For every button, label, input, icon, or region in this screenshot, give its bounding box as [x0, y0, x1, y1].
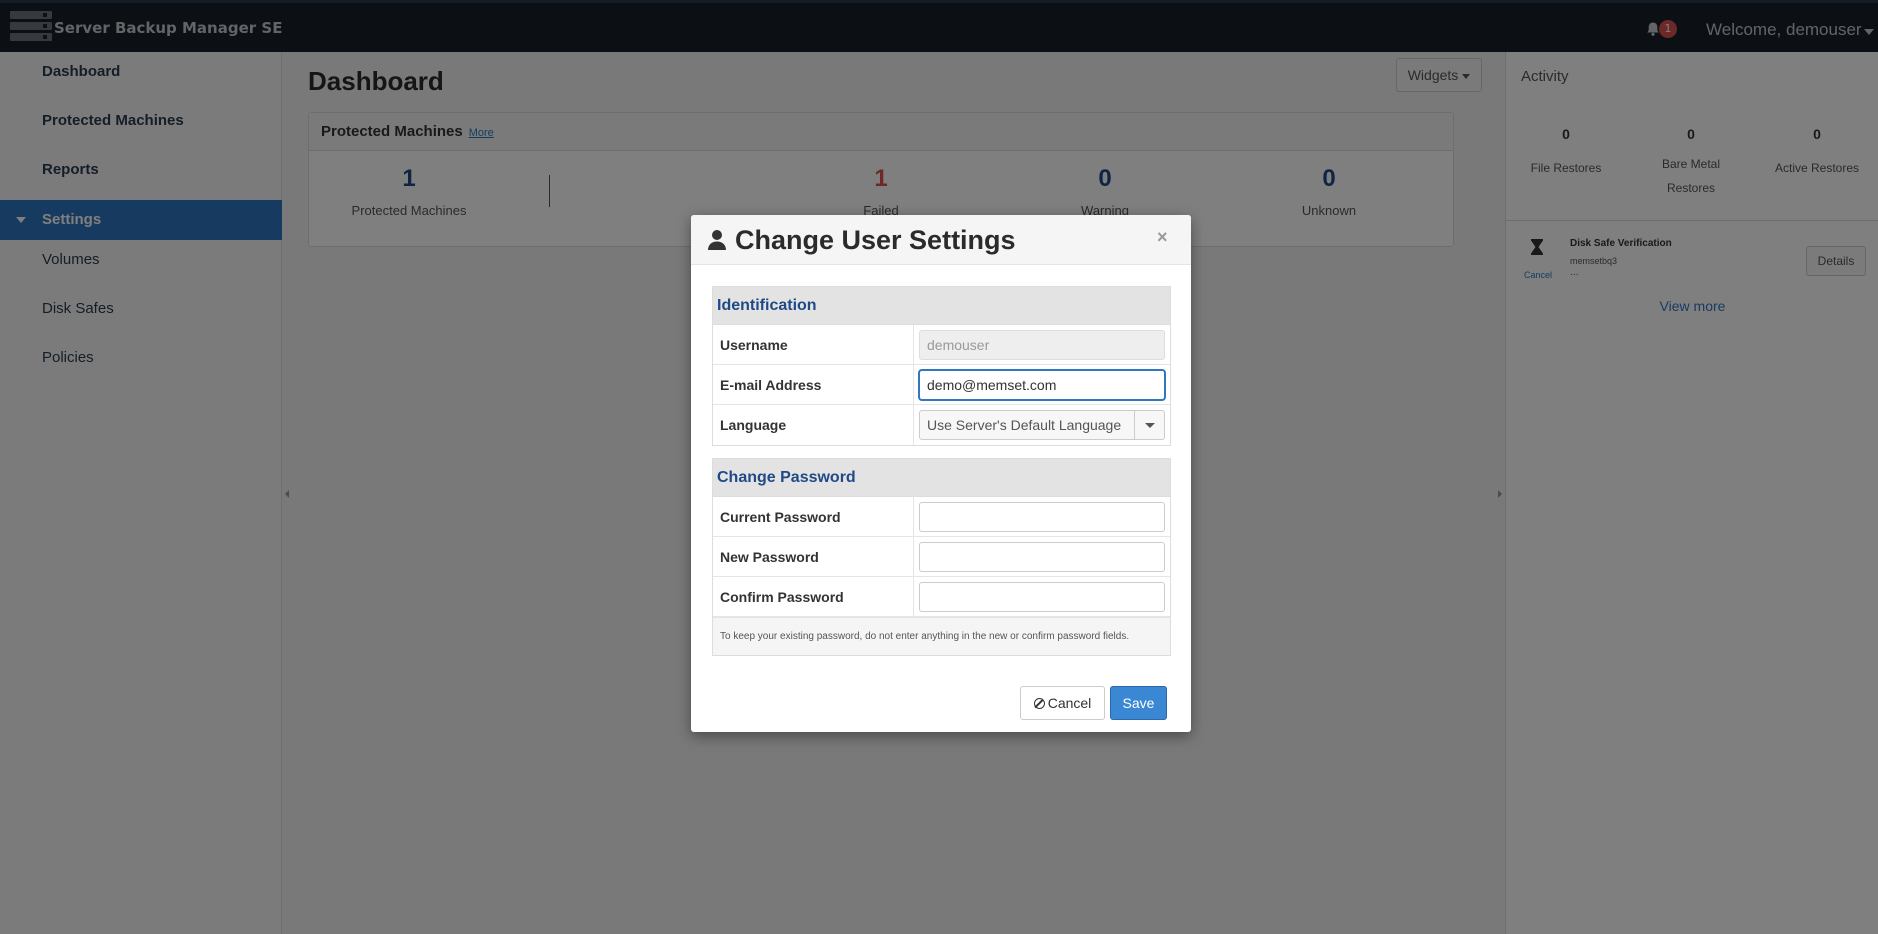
change-password-section: Change Password Current Password New Pas… — [712, 458, 1171, 656]
confirm-password-field[interactable] — [919, 582, 1165, 612]
chevron-down-icon[interactable] — [1134, 411, 1164, 439]
close-icon[interactable]: × — [1157, 227, 1168, 248]
cancel-label: Cancel — [1047, 695, 1092, 711]
current-password-label: Current Password — [720, 509, 841, 525]
identification-section: Identification Username E-mail Address L… — [712, 286, 1171, 446]
confirm-password-label: Confirm Password — [720, 589, 844, 605]
cancel-button[interactable]: Cancel — [1020, 686, 1105, 720]
language-selected-value: Use Server's Default Language — [927, 417, 1122, 433]
username-label: Username — [720, 337, 788, 353]
current-password-row: Current Password — [713, 497, 1170, 537]
change-user-settings-dialog: Change User Settings × Identification Us… — [691, 215, 1191, 732]
new-password-row: New Password — [713, 537, 1170, 577]
email-row: E-mail Address — [713, 365, 1170, 405]
dialog-title: Change User Settings — [735, 225, 1016, 255]
confirm-password-row: Confirm Password — [713, 577, 1170, 617]
username-row: Username — [713, 325, 1170, 365]
save-button[interactable]: Save — [1110, 686, 1167, 720]
section-heading: Change Password — [713, 459, 1170, 497]
section-heading: Identification — [713, 287, 1170, 325]
current-password-field[interactable] — [919, 502, 1165, 532]
new-password-field[interactable] — [919, 542, 1165, 572]
password-hint: To keep your existing password, do not e… — [713, 617, 1170, 655]
language-select[interactable]: Use Server's Default Language — [919, 410, 1165, 440]
email-label: E-mail Address — [720, 377, 822, 393]
ban-icon — [1033, 698, 1045, 709]
new-password-label: New Password — [720, 549, 819, 565]
username-field — [919, 330, 1165, 360]
email-field[interactable] — [919, 370, 1165, 400]
language-label: Language — [720, 417, 787, 433]
dialog-header: Change User Settings × — [691, 215, 1191, 265]
user-icon — [708, 230, 726, 250]
language-row: Language Use Server's Default Language — [713, 405, 1170, 445]
